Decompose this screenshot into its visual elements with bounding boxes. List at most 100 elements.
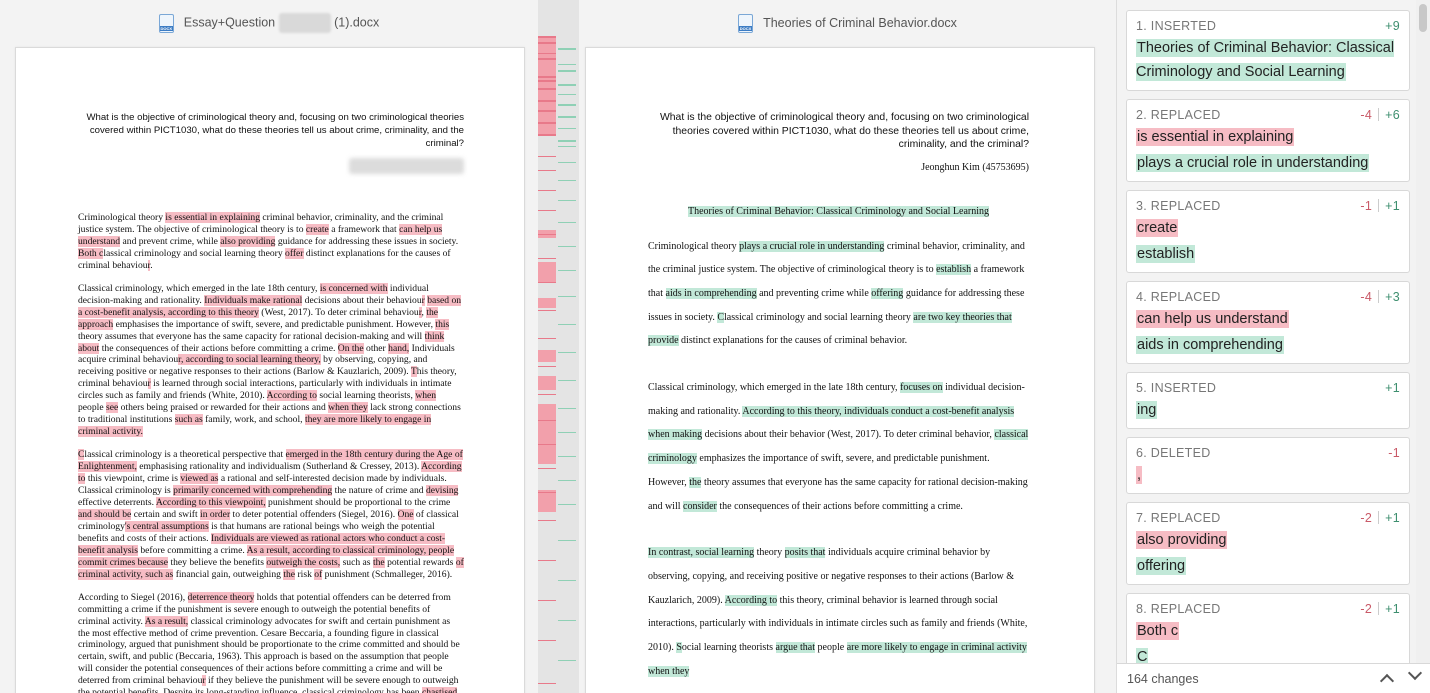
author-line: Jeonghun Kim (45753695) (921, 161, 1029, 173)
added-word-count: +1 (1385, 601, 1400, 616)
minimap-inserted-mark (558, 296, 576, 297)
minimap-deleted-mark (538, 310, 556, 311)
revised-document-pane[interactable]: Theories of Criminal Behavior.docx What … (579, 0, 1116, 693)
inserted-text[interactable]: offering (871, 287, 904, 299)
unchanged-text: certain and swift (131, 508, 201, 520)
inserted-text[interactable]: plays a crucial role in understanding (739, 240, 885, 252)
deleted-text[interactable]: this (435, 318, 450, 330)
deleted-text[interactable]: in order (200, 508, 231, 520)
change-counts: -4 +3 (1360, 290, 1400, 304)
deleted-text[interactable]: Both c (78, 247, 104, 259)
inserted-text: offering (1136, 557, 1187, 575)
deleted-text[interactable]: the (372, 556, 385, 568)
removed-word-count: -4 (1360, 289, 1373, 304)
minimap-deleted-block (538, 404, 556, 464)
change-card[interactable]: 7. REPLACED -2 +1 also providing offering (1126, 502, 1410, 585)
deleted-text[interactable]: hand, (388, 342, 410, 354)
change-card[interactable]: 1. INSERTED +9 Theories of Criminal Behavi… (1126, 10, 1410, 91)
change-card[interactable]: 2. REPLACED -4 +6 is essential in explainin… (1126, 99, 1410, 182)
minimap-inserted-mark (558, 408, 576, 409)
deleted-text[interactable]: create (305, 223, 329, 235)
deleted-text[interactable]: offer (285, 247, 304, 259)
change-counts: -1 (1388, 446, 1400, 460)
change-deleted-line: Both c (1136, 619, 1400, 643)
unchanged-text: other (363, 342, 389, 354)
deleted-text[interactable]: chastised (421, 687, 458, 693)
change-card[interactable]: 6. DELETED -1, (1126, 437, 1410, 494)
original-paragraph-2: Classical criminology, which emerged in … (78, 282, 464, 438)
inserted-text: ing (1136, 401, 1158, 419)
changes-scrollbar[interactable] (1416, 0, 1430, 663)
original-document-pane[interactable]: Essay+Question (1).docx What is the obje… (0, 0, 538, 693)
deleted-text[interactable]: viewed as (180, 473, 219, 485)
unchanged-text: Criminological theory (78, 212, 166, 223)
deleted-text[interactable]: On the (337, 342, 364, 354)
deleted-text[interactable]: when (415, 390, 437, 402)
scrollbar-thumb[interactable] (1419, 4, 1427, 32)
deleted-text[interactable]: also providing (220, 235, 276, 247)
deleted-text: Both c (1136, 622, 1180, 640)
deleted-text[interactable]: deterrence theory (187, 591, 255, 603)
minimap-inserted-mark (558, 48, 576, 50)
inserted-text[interactable]: focuses on (900, 382, 943, 394)
deleted-text[interactable]: primarily concerned with comprehending (173, 485, 333, 497)
deleted-text[interactable]: As a result, (144, 615, 189, 627)
unchanged-text: . (150, 259, 153, 271)
deleted-text[interactable]: According to (266, 390, 317, 402)
deleted-text[interactable]: when they (328, 402, 368, 414)
minimap-inserted-mark (558, 380, 576, 381)
minimap-deleted-block (538, 376, 556, 390)
deleted-text[interactable]: outweigh the costs, (266, 556, 341, 568)
unchanged-text: this viewpoint, crime is (85, 473, 181, 485)
change-minimap[interactable] (538, 0, 579, 693)
change-card[interactable]: 5. INSERTED +1 ing (1126, 372, 1410, 429)
inserted-text[interactable]: establish (936, 264, 972, 276)
inserted-text[interactable]: In contrast, social learning (648, 547, 755, 559)
redacted-author (349, 158, 464, 174)
inserted-text[interactable]: consider (683, 500, 717, 512)
change-deleted-line: is essential in explaining (1136, 125, 1400, 149)
change-card[interactable]: 4. REPLACED -4 +3 can help us understand aid… (1126, 281, 1410, 364)
minimap-inserted-mark (558, 432, 576, 433)
change-list: 1. INSERTED +9 Theories of Criminal Behavi… (1126, 10, 1410, 693)
chevron-up-icon[interactable] (1379, 673, 1395, 688)
revised-document-page: What is the objective of criminological … (585, 47, 1095, 693)
deleted-text[interactable]: One (397, 508, 414, 520)
unchanged-text: lassical criminology is a theoretical pe… (84, 449, 286, 461)
minimap-deleted-mark (538, 53, 556, 54)
unchanged-text: potential rewards (384, 556, 456, 568)
revised-paragraph-2: Classical criminology, which emerged in … (648, 376, 1029, 518)
deleted-text[interactable]: r, according to social learning theory, (178, 354, 321, 366)
docx-file-icon (158, 13, 174, 33)
inserted-text[interactable]: the (689, 476, 702, 488)
deleted-text[interactable]: such as (174, 414, 203, 426)
minimap-deleted-mark (538, 282, 556, 283)
deleted-text[interactable]: is concerned with (319, 282, 388, 294)
inserted-text[interactable]: posits that (784, 547, 826, 559)
deleted-text[interactable]: Individuals make rational (204, 294, 303, 306)
minimap-deleted-mark (538, 468, 556, 469)
deleted-text[interactable]: is essential in explaining (165, 212, 260, 223)
chevron-down-icon[interactable] (1407, 665, 1423, 680)
change-inserted-line: offering (1136, 554, 1400, 578)
minimap-deleted-mark (538, 170, 556, 171)
inserted-text[interactable]: aids in comprehending (665, 287, 757, 299)
minimap-deleted-mark (538, 234, 556, 235)
revised-filename: Theories of Criminal Behavior.docx (763, 16, 957, 30)
deleted-text[interactable]: devising (425, 485, 459, 497)
deleted-text[interactable]: see (105, 402, 119, 414)
unchanged-text: theory (754, 547, 785, 559)
minimap-inserted-mark (558, 104, 576, 106)
removed-word-count: -1 (1360, 198, 1373, 213)
change-card[interactable]: 3. REPLACED -1 +1 create establish (1126, 190, 1410, 273)
inserted-text[interactable]: According to (724, 594, 778, 606)
minimap-inserted-mark (558, 480, 576, 481)
minimap-inserted-mark (558, 222, 576, 223)
deleted-text[interactable]: and should be (78, 508, 132, 520)
deleted-text[interactable]: 's central assumptions (124, 520, 209, 532)
original-filename: Essay+Question (1).docx (184, 13, 379, 33)
inserted-text[interactable]: argue that (775, 642, 816, 654)
minimap-deleted-mark (538, 156, 556, 157)
deleted-text[interactable]: According to this viewpoint, (155, 496, 266, 508)
deleted-text[interactable]: the (283, 568, 296, 580)
